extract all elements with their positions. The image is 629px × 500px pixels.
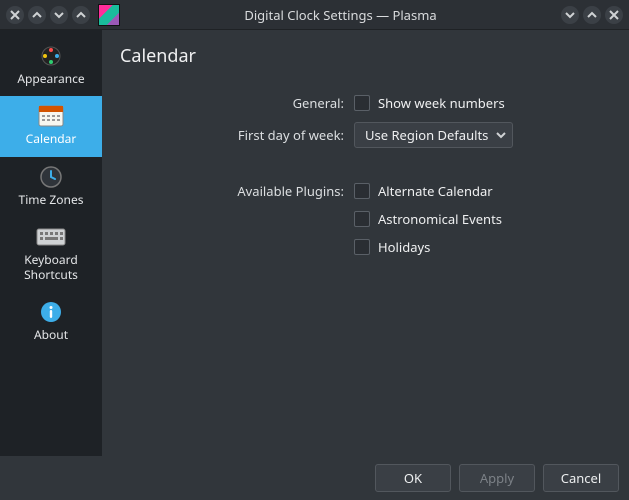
chevron-down-icon[interactable]	[50, 6, 68, 24]
first-day-of-week-label: First day of week:	[120, 126, 344, 144]
first-day-of-week-combobox[interactable]: Use Region Defaults	[354, 122, 513, 148]
sidebar-item-about[interactable]: About	[0, 292, 102, 352]
sidebar-item-label: Keyboard Shortcuts	[4, 253, 98, 282]
sidebar-item-label: Time Zones	[19, 193, 84, 207]
general-label: General:	[120, 94, 344, 112]
calendar-icon	[36, 104, 66, 128]
sidebar-item-label: Appearance	[17, 72, 84, 86]
sidebar-item-label: Calendar	[26, 132, 77, 146]
plugin-alternate-calendar-checkbox[interactable]	[354, 183, 370, 199]
sidebar-item-keyboard-shortcuts[interactable]: Keyboard Shortcuts	[0, 217, 102, 292]
chevron-up-icon[interactable]	[72, 6, 90, 24]
plugin-label: Holidays	[378, 238, 430, 256]
content-area: Appearance Calendar Time Zones	[0, 30, 629, 456]
chevron-down-icon[interactable]	[561, 6, 579, 24]
close-icon[interactable]	[605, 6, 623, 24]
titlebar: Digital Clock Settings — Plasma	[0, 0, 629, 30]
keyboard-icon	[36, 225, 66, 249]
dialog-footer: OK Apply Cancel	[0, 456, 629, 500]
cancel-button[interactable]: Cancel	[543, 464, 619, 492]
ok-button[interactable]: OK	[375, 464, 451, 492]
sidebar-item-label: About	[34, 328, 68, 342]
chevron-up-icon[interactable]	[583, 6, 601, 24]
show-week-numbers-label: Show week numbers	[378, 94, 505, 112]
clock-icon	[36, 165, 66, 189]
app-icon	[98, 4, 120, 26]
main-panel: Calendar General: Show week numbers Firs…	[102, 30, 629, 456]
plugin-label: Astronomical Events	[378, 210, 502, 228]
sidebar-item-calendar[interactable]: Calendar	[0, 96, 102, 156]
show-week-numbers-checkbox[interactable]	[354, 95, 370, 111]
sidebar-item-appearance[interactable]: Appearance	[0, 36, 102, 96]
info-icon	[36, 300, 66, 324]
apply-button[interactable]: Apply	[459, 464, 535, 492]
plugin-astronomical-events-checkbox[interactable]	[354, 211, 370, 227]
plugin-label: Alternate Calendar	[378, 182, 493, 200]
page-title: Calendar	[120, 44, 611, 68]
sidebar: Appearance Calendar Time Zones	[0, 30, 102, 456]
window-title: Digital Clock Settings — Plasma	[124, 6, 557, 24]
plugin-holidays-checkbox[interactable]	[354, 239, 370, 255]
close-icon[interactable]	[6, 6, 24, 24]
chevron-up-icon[interactable]	[28, 6, 46, 24]
chevron-down-icon	[496, 130, 506, 140]
combobox-value: Use Region Defaults	[365, 126, 488, 144]
settings-form: General: Show week numbers First day of …	[120, 94, 611, 256]
palette-icon	[36, 44, 66, 68]
available-plugins-label: Available Plugins:	[120, 182, 344, 200]
sidebar-item-timezones[interactable]: Time Zones	[0, 157, 102, 217]
